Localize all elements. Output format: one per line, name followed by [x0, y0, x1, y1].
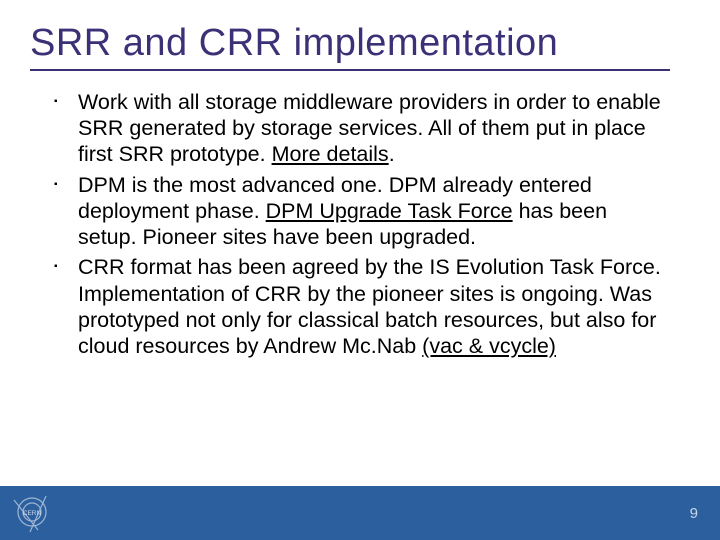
vac-vcycle-link[interactable]: (vac & vcycle): [422, 334, 556, 358]
page-number: 9: [690, 505, 698, 522]
bullet-text: CRR format has been agreed by the IS Evo…: [78, 254, 666, 359]
bullet-text: Work with all storage middleware provide…: [78, 89, 666, 168]
slide-title: SRR and CRR implementation: [30, 22, 720, 65]
list-item: ▪ Work with all storage middleware provi…: [54, 89, 666, 168]
list-item: ▪ CRR format has been agreed by the IS E…: [54, 254, 666, 359]
slide-footer: CERN 9: [0, 486, 720, 540]
slide: SRR and CRR implementation ▪ Work with a…: [0, 0, 720, 540]
bullet-marker-icon: ▪: [54, 89, 78, 115]
more-details-link[interactable]: More details: [272, 142, 389, 166]
bullet-list: ▪ Work with all storage middleware provi…: [54, 89, 666, 359]
bullet-marker-icon: ▪: [54, 254, 78, 280]
bullet-text-pre: CRR format has been agreed by the IS Evo…: [78, 255, 661, 358]
bullet-marker-icon: ▪: [54, 172, 78, 198]
cern-logo-icon: CERN: [10, 490, 54, 534]
list-item: ▪ DPM is the most advanced one. DPM alre…: [54, 172, 666, 251]
dpm-upgrade-task-force-link[interactable]: DPM Upgrade Task Force: [266, 199, 513, 223]
bullet-text-post: .: [389, 142, 395, 166]
bullet-text: DPM is the most advanced one. DPM alread…: [78, 172, 666, 251]
svg-text:CERN: CERN: [23, 510, 42, 517]
slide-body: ▪ Work with all storage middleware provi…: [0, 71, 720, 486]
